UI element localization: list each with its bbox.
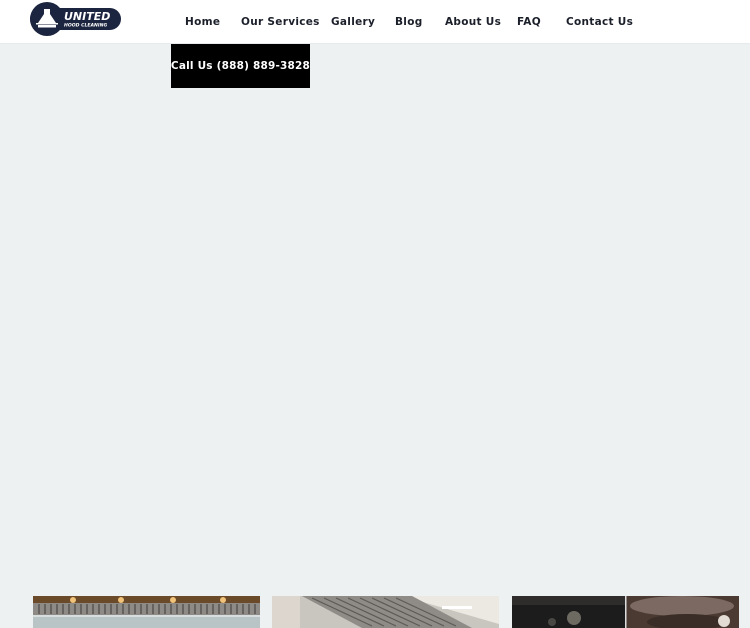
main-nav: Home Our Services Gallery Blog About Us … bbox=[0, 0, 750, 44]
gallery-thumbnail-greasy-duct[interactable] bbox=[512, 596, 739, 628]
nav-about-us[interactable]: About Us bbox=[445, 14, 501, 30]
nav-gallery[interactable]: Gallery bbox=[331, 14, 375, 30]
gallery-thumbnail-stainless-hood[interactable] bbox=[272, 596, 499, 628]
call-us-label: Call Us (888) 889-3828 bbox=[170, 60, 311, 72]
nav-blog[interactable]: Blog bbox=[395, 14, 423, 30]
greasy-duct-photo bbox=[512, 596, 739, 628]
stainless-hood-photo bbox=[272, 596, 499, 628]
site-header: UNITED HOOD CLEANING Home Our Services G… bbox=[0, 0, 750, 44]
nav-contact-us[interactable]: Contact Us bbox=[566, 14, 633, 30]
nav-home[interactable]: Home bbox=[185, 14, 220, 30]
nav-faq[interactable]: FAQ bbox=[517, 14, 541, 30]
gallery-thumbnail-hood-filters[interactable] bbox=[33, 596, 260, 628]
kitchen-hood-filters-photo bbox=[33, 596, 260, 628]
page: UNITED HOOD CLEANING Home Our Services G… bbox=[0, 0, 750, 628]
nav-our-services[interactable]: Our Services bbox=[241, 14, 320, 30]
call-us-button[interactable]: Call Us (888) 889-3828 bbox=[171, 44, 310, 88]
